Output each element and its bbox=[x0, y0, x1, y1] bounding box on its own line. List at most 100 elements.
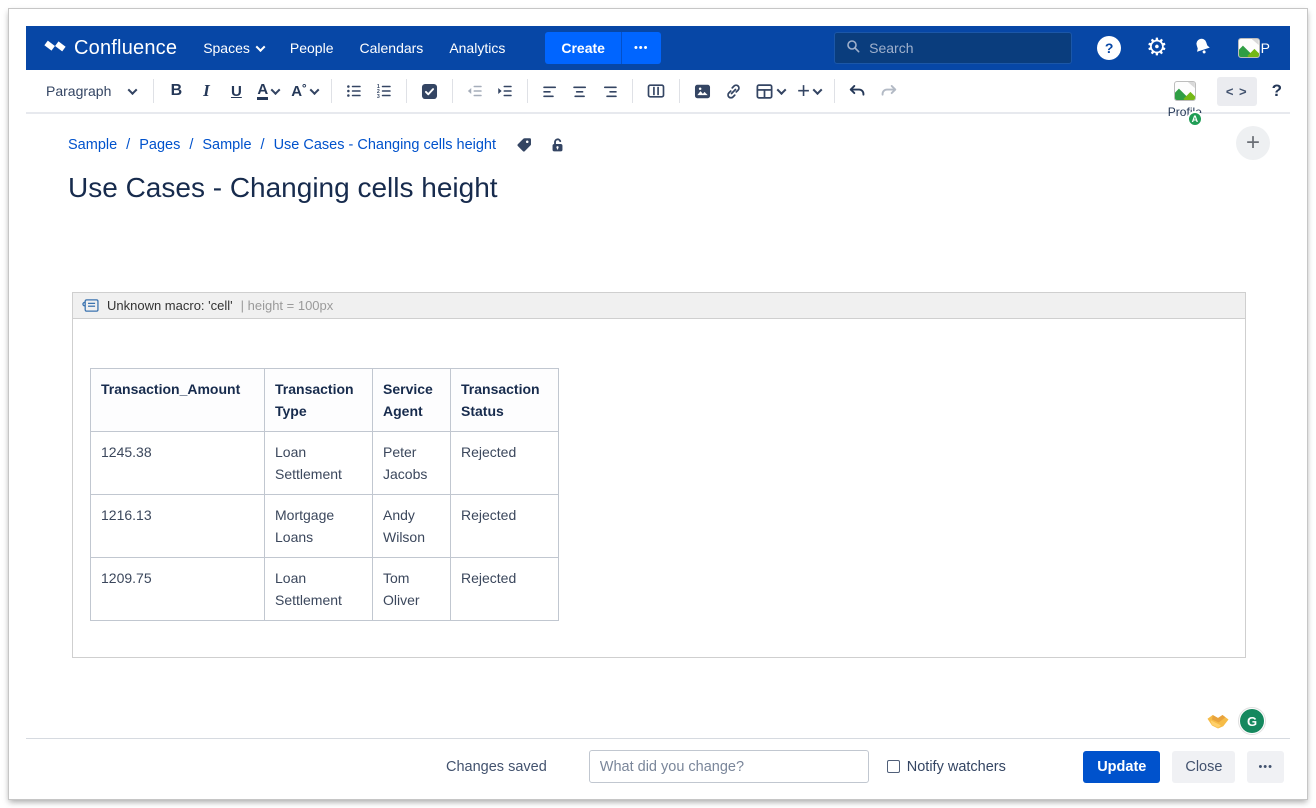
nav-item-people[interactable]: People bbox=[290, 40, 334, 56]
footer-actions: Update Close ••• bbox=[1083, 751, 1290, 783]
align-right-button[interactable] bbox=[597, 76, 623, 106]
column-header[interactable]: Transaction_Amount bbox=[91, 369, 265, 432]
page-title[interactable]: Use Cases - Changing cells height bbox=[68, 172, 498, 204]
gear-icon[interactable]: ⚙ bbox=[1146, 36, 1168, 60]
plus-icon: + bbox=[797, 82, 810, 100]
outdent-button[interactable] bbox=[462, 76, 488, 106]
table-cell[interactable]: Rejected bbox=[451, 432, 559, 495]
more-actions-button[interactable]: ••• bbox=[1247, 751, 1284, 783]
editor-footer: Changes saved Notify watchers Update Clo… bbox=[26, 738, 1290, 794]
breadcrumb-link-3[interactable]: Sample bbox=[202, 137, 251, 153]
insert-more-dropdown[interactable]: + bbox=[793, 76, 825, 106]
user-avatar[interactable]: P bbox=[1238, 38, 1270, 58]
table-cell[interactable]: Mortgage Loans bbox=[265, 495, 373, 558]
notify-watchers-label: Notify watchers bbox=[907, 759, 1006, 775]
bullet-list-button[interactable] bbox=[341, 76, 367, 106]
table-cell[interactable]: Andy Wilson bbox=[373, 495, 451, 558]
chevron-down-icon bbox=[812, 85, 822, 95]
confluence-logo-icon bbox=[44, 35, 66, 62]
nav-item-label: Spaces bbox=[203, 40, 250, 56]
table-header-row: Transaction_Amount Transaction Type Serv… bbox=[91, 369, 559, 432]
insert-link-button[interactable] bbox=[720, 76, 747, 106]
table-cell[interactable]: Rejected bbox=[451, 558, 559, 621]
text-color-dropdown[interactable]: A bbox=[253, 76, 283, 106]
extension-icons-row: G bbox=[26, 704, 1290, 738]
undo-icon bbox=[848, 82, 867, 101]
macro-header[interactable]: Unknown macro: 'cell' | height = 100px bbox=[72, 292, 1246, 319]
editor-toolbar: Paragraph B I U A A˚ 123 bbox=[26, 70, 1290, 114]
nav-item-spaces[interactable]: Spaces bbox=[203, 40, 264, 56]
table-icon bbox=[755, 82, 774, 101]
italic-button[interactable]: I bbox=[193, 76, 219, 106]
grammarly-icon[interactable]: G bbox=[1238, 707, 1266, 735]
table-cell[interactable]: Loan Settlement bbox=[265, 558, 373, 621]
bold-button[interactable]: B bbox=[163, 76, 189, 106]
profile-badge: A bbox=[1187, 111, 1203, 127]
avatar-letter: P bbox=[1261, 40, 1270, 56]
quick-create-button[interactable]: + bbox=[1236, 126, 1270, 160]
table-cell[interactable]: 1245.38 bbox=[91, 432, 265, 495]
notify-watchers-checkbox[interactable] bbox=[887, 760, 900, 773]
bell-icon[interactable] bbox=[1189, 33, 1216, 63]
macro-body[interactable]: Transaction_Amount Transaction Type Serv… bbox=[72, 319, 1246, 658]
undo-button[interactable] bbox=[844, 76, 871, 106]
numbered-list-button[interactable]: 123 bbox=[371, 76, 397, 106]
search-icon bbox=[845, 38, 861, 59]
column-header[interactable]: Transaction Type bbox=[265, 369, 373, 432]
create-more-button[interactable]: ••• bbox=[621, 32, 661, 64]
redo-button[interactable] bbox=[875, 76, 902, 106]
confluence-logo[interactable]: Confluence bbox=[44, 35, 177, 62]
page-layout-button[interactable] bbox=[642, 76, 670, 106]
underline-button[interactable]: U bbox=[223, 76, 249, 106]
align-center-button[interactable] bbox=[567, 76, 593, 106]
column-header[interactable]: Service Agent bbox=[373, 369, 451, 432]
editor-help-button[interactable]: ? bbox=[1272, 81, 1288, 101]
breadcrumb-link-4[interactable]: Use Cases - Changing cells height bbox=[274, 137, 496, 153]
insert-image-button[interactable] bbox=[689, 76, 716, 106]
table-cell[interactable]: 1216.13 bbox=[91, 495, 265, 558]
toolbar-separator bbox=[632, 79, 633, 103]
table-cell[interactable]: Loan Settlement bbox=[265, 432, 373, 495]
change-comment-input[interactable] bbox=[589, 750, 869, 783]
create-button[interactable]: Create bbox=[545, 32, 621, 64]
table-cell[interactable]: Tom Oliver bbox=[373, 558, 451, 621]
search-input[interactable] bbox=[869, 40, 1061, 56]
handshake-icon[interactable] bbox=[1206, 712, 1230, 730]
toolbar-separator bbox=[452, 79, 453, 103]
help-icon[interactable]: ? bbox=[1097, 36, 1121, 60]
breadcrumb-separator: / bbox=[126, 137, 130, 153]
profile-macro-button[interactable]: Profile A bbox=[1168, 81, 1202, 101]
macro-icon bbox=[82, 298, 99, 313]
table-cell[interactable]: Rejected bbox=[451, 495, 559, 558]
logo-text: Confluence bbox=[74, 37, 177, 60]
search-box[interactable] bbox=[834, 32, 1072, 64]
breadcrumb-link-2[interactable]: Pages bbox=[139, 137, 180, 153]
nav-item-calendars[interactable]: Calendars bbox=[359, 40, 423, 56]
svg-text:3: 3 bbox=[377, 94, 380, 100]
table-cell[interactable]: Peter Jacobs bbox=[373, 432, 451, 495]
nav-item-analytics[interactable]: Analytics bbox=[449, 40, 505, 56]
insert-table-dropdown[interactable] bbox=[751, 76, 789, 106]
close-button[interactable]: Close bbox=[1172, 751, 1235, 783]
image-icon bbox=[693, 82, 712, 101]
profile-image-placeholder-icon bbox=[1174, 81, 1196, 101]
table-cell[interactable]: 1209.75 bbox=[91, 558, 265, 621]
unlock-icon[interactable] bbox=[549, 136, 566, 154]
breadcrumb-link-1[interactable]: Sample bbox=[68, 137, 117, 153]
notify-watchers-option[interactable]: Notify watchers bbox=[887, 759, 1006, 775]
macro-params: | height = 100px bbox=[241, 298, 334, 313]
source-editor-button[interactable]: < > bbox=[1217, 77, 1257, 106]
toolbar-separator bbox=[834, 79, 835, 103]
indent-button[interactable] bbox=[492, 76, 518, 106]
task-list-button[interactable] bbox=[416, 76, 443, 106]
update-button[interactable]: Update bbox=[1083, 751, 1160, 783]
column-header[interactable]: Transaction Status bbox=[451, 369, 559, 432]
text-color-icon: A bbox=[257, 82, 268, 100]
table-row: 1245.38Loan SettlementPeter JacobsReject… bbox=[91, 432, 559, 495]
toolbar-separator bbox=[406, 79, 407, 103]
more-formatting-dropdown[interactable]: A˚ bbox=[287, 76, 322, 106]
paragraph-style-dropdown[interactable]: Paragraph bbox=[26, 76, 144, 106]
bold-icon: B bbox=[171, 82, 183, 100]
labels-tag-icon[interactable] bbox=[515, 136, 533, 154]
align-left-button[interactable] bbox=[537, 76, 563, 106]
